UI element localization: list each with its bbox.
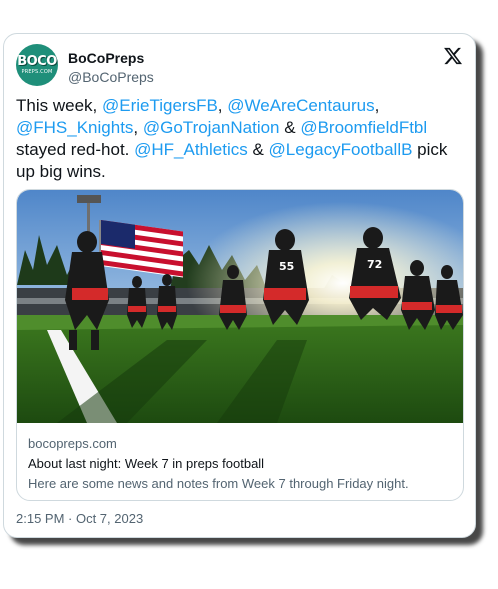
tweet-text-segment: ,: [374, 96, 380, 115]
mention-link[interactable]: @LegacyFootballB: [269, 140, 413, 159]
link-preview-card[interactable]: 55 72 bocopreps.com About last night: We…: [16, 189, 464, 501]
account-name[interactable]: BoCoPreps: [68, 50, 144, 66]
mention-link[interactable]: @ErieTigersFB: [102, 96, 218, 115]
avatar[interactable]: BOCO PREPS.COM: [16, 44, 58, 86]
mention-link[interactable]: @FHS_Knights: [16, 118, 133, 137]
mention-link[interactable]: @GoTrojanNation: [143, 118, 280, 137]
mention-link[interactable]: @WeAreCentaurus: [227, 96, 374, 115]
tweet-card[interactable]: BOCO PREPS.COM BoCoPreps @BoCoPreps This…: [3, 33, 476, 538]
tweet-header: BOCO PREPS.COM BoCoPreps @BoCoPreps: [16, 44, 463, 88]
tweet-text-segment: &: [279, 118, 301, 137]
link-preview-image[interactable]: 55 72: [17, 190, 463, 423]
mention-link[interactable]: @HF_Athletics: [134, 140, 248, 159]
tweet-text-segment: ,: [217, 96, 228, 115]
svg-text:72: 72: [367, 258, 382, 271]
x-logo-icon[interactable]: [443, 46, 463, 66]
tweet-text-segment: stayed red-hot.: [16, 140, 135, 159]
account-handle[interactable]: @BoCoPreps: [68, 69, 154, 85]
link-description: Here are some news and notes from Week 7…: [28, 476, 409, 491]
tweet-text: This week, @ErieTigersFB, @WeAreCentauru…: [16, 95, 466, 183]
tweet-text-segment: This week,: [16, 96, 102, 115]
svg-text:55: 55: [279, 260, 294, 273]
tweet-text-segment: ,: [133, 118, 143, 137]
avatar-logo-text: BOCO: [17, 54, 57, 69]
tweet-text-segment: &: [247, 140, 269, 159]
mention-link[interactable]: @BroomfieldFtbl: [300, 118, 427, 137]
tweet-timestamp[interactable]: 2:15 PM · Oct 7, 2023: [16, 511, 143, 526]
avatar-logo-subtext: PREPS.COM: [21, 69, 53, 75]
link-title[interactable]: About last night: Week 7 in preps footba…: [28, 456, 264, 471]
link-domain: bocopreps.com: [28, 436, 117, 451]
